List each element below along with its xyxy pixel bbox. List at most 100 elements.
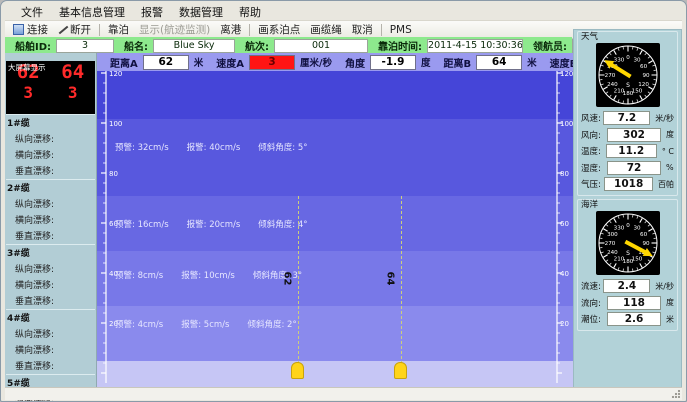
big-screen-display: 大屏幕显示 6264 33: [6, 61, 95, 114]
info-value-ship-id[interactable]: 3: [56, 39, 114, 53]
field-label-current-direction: 流向:: [581, 297, 607, 309]
cable-drift-label: 垂直漂移:: [15, 294, 95, 307]
info-value-berth-time[interactable]: 2011-4-15 10:30:36: [427, 39, 523, 53]
alarm-threshold-line-1: 预警: 32cm/s报警: 40cm/s倾斜角度: 5°: [115, 141, 308, 153]
big-screen-display-title: 大屏幕显示: [8, 62, 46, 73]
menu-item-alarm[interactable]: 报警: [133, 3, 171, 21]
main-area: 距离A62米速度A3厘米/秒角度-1.9度距离B64米速度B3厘米/秒 1201…: [97, 53, 573, 388]
display-digit: 3: [68, 83, 78, 102]
field-label-temperature: 温度:: [581, 145, 606, 157]
info-field-voyage: 航次: 001: [235, 38, 368, 53]
alarm-threshold-text: 预警: 4cm/s: [115, 318, 163, 330]
alarm-threshold-text: 报警: 40cm/s: [187, 141, 241, 153]
toolbar-button-draw-mooring-point[interactable]: 画系泊点: [253, 21, 305, 38]
toolbar-separator: [249, 24, 250, 36]
cable-drift-label: 垂直漂移:: [15, 164, 95, 177]
field-unit-humidity: %: [666, 163, 674, 172]
alarm-threshold-text: 倾斜角度: 3°: [253, 269, 302, 281]
resize-grip-icon[interactable]: [671, 389, 680, 398]
metric-unit-angle: 度: [421, 55, 431, 69]
alarm-threshold-text: 倾斜角度: 2°: [247, 318, 296, 330]
toolbar-button-draw-cable[interactable]: 画缆绳: [305, 21, 347, 38]
cable-group-title: 1#缆: [6, 116, 95, 129]
metric-label-distance-a: 距离A: [110, 55, 138, 70]
mooring-distance-label: 64: [384, 272, 395, 286]
metric-unit-distance-a: 米: [194, 55, 204, 69]
svg-text:240: 240: [607, 250, 618, 256]
connect-icon: [13, 24, 24, 35]
cable-group-2: 2#缆纵向漂移:横向漂移:垂直漂移:: [6, 179, 95, 244]
svg-text:240: 240: [607, 82, 618, 88]
info-value-voyage[interactable]: 001: [274, 39, 368, 53]
weather-group: 天气0306090120150180210240270300330S风速:7.2…: [577, 31, 678, 196]
metric-distance-a: 距离A 62 米: [97, 55, 203, 70]
toolbar-button-display-track-monitor: 显示(航迹监测): [134, 21, 215, 38]
svg-text:60: 60: [640, 232, 648, 238]
svg-text:330: 330: [613, 225, 624, 231]
app-window: 文件基本信息管理报警数据管理帮助 连接断开靠泊显示(航迹监测) 离港画系泊点画缆绳…: [0, 0, 687, 402]
info-label-voyage: 航次:: [245, 38, 269, 53]
field-value-pressure: 1018: [604, 177, 653, 191]
toolbar-button-label: 显示(航迹监测): [139, 22, 210, 37]
menu-item-data-mgmt[interactable]: 数据管理: [171, 3, 231, 21]
menu-item-file[interactable]: 文件: [13, 3, 51, 21]
cable-drift-label: 纵向漂移:: [15, 197, 95, 210]
metric-value-distance-b: 64: [476, 55, 522, 70]
weather-gauge-wrap: 0306090120150180210240270300330S: [581, 43, 674, 107]
mooring-line-1: [298, 196, 299, 364]
cable-group-title: 4#缆: [6, 311, 95, 324]
alarm-threshold-text: 预警: 8cm/s: [115, 269, 163, 281]
cable-drift-label: 横向漂移:: [15, 213, 95, 226]
disconnect-icon: [58, 25, 67, 34]
svg-text:120: 120: [109, 71, 122, 78]
field-unit-pressure: 百帕: [658, 179, 674, 190]
toolbar-button-connect[interactable]: 连接: [8, 21, 53, 38]
toolbar-button-pms[interactable]: PMS: [385, 23, 417, 37]
info-value-ship-name[interactable]: Blue Sky: [153, 39, 235, 53]
svg-text:120: 120: [560, 71, 573, 78]
toolbar-button-label: 取消: [352, 22, 373, 37]
weather-compass-gauge: 0306090120150180210240270300330S: [596, 43, 660, 107]
field-value-wind-direction: 302: [607, 128, 661, 142]
menu-item-basic-info-mgmt[interactable]: 基本信息管理: [51, 3, 133, 21]
toolbar-button-label: 画缆绳: [310, 22, 342, 37]
cable-group-title: 2#缆: [6, 181, 95, 194]
svg-text:100: 100: [560, 120, 573, 128]
svg-text:210: 210: [613, 89, 624, 95]
toolbar-button-disconnect[interactable]: 断开: [53, 21, 96, 38]
svg-text:0: 0: [626, 223, 630, 229]
alarm-threshold-line-2: 预警: 16cm/s报警: 20cm/s倾斜角度: 4°: [115, 218, 308, 230]
field-value-current-direction: 118: [607, 296, 661, 310]
display-digit: 3: [23, 83, 33, 102]
svg-text:270: 270: [604, 73, 615, 79]
field-unit-tide-level: 米: [666, 314, 674, 325]
svg-text:90: 90: [642, 73, 650, 79]
info-label-ship-name: 船名:: [124, 38, 148, 53]
toolbar-button-cancel[interactable]: 取消: [347, 21, 378, 38]
right-distance-axis: 12010080604020: [554, 71, 573, 388]
toolbar-button-label: 连接: [27, 22, 48, 37]
toolbar-button-depart[interactable]: 离港: [215, 21, 246, 38]
metric-value-speed-a: 3: [249, 55, 295, 70]
field-label-tide-level: 潮位:: [581, 313, 607, 325]
field-wind-speed: 风速:7.2米/秒: [581, 111, 674, 125]
berthing-chart: 1201008060402012010080604020预警: 32cm/s报警…: [97, 71, 573, 388]
alarm-threshold-text: 报警: 20cm/s: [187, 218, 241, 230]
toolbar-button-berth[interactable]: 靠泊: [103, 21, 134, 38]
cable-group-4: 4#缆纵向漂移:横向漂移:垂直漂移:: [6, 309, 95, 374]
menu-item-help[interactable]: 帮助: [231, 3, 269, 21]
svg-text:60: 60: [640, 64, 648, 70]
field-label-humidity: 湿度:: [581, 162, 607, 174]
alarm-threshold-text: 预警: 16cm/s: [115, 218, 169, 230]
toolbar-button-label: PMS: [390, 24, 412, 36]
svg-text:210: 210: [613, 257, 624, 263]
metric-label-angle: 角度: [345, 55, 365, 70]
field-value-current-speed: 2.4: [603, 279, 650, 293]
metric-value-distance-a: 62: [143, 55, 189, 70]
ocean-compass-gauge: 0306090120150180210240270300330S: [596, 211, 660, 275]
cable-drift-label: 纵向漂移:: [15, 327, 95, 340]
bollard-marker: [394, 362, 407, 379]
field-unit-current-speed: 米/秒: [655, 281, 674, 292]
cable-drift-label: 纵向漂移:: [15, 132, 95, 145]
svg-text:20: 20: [560, 320, 569, 328]
